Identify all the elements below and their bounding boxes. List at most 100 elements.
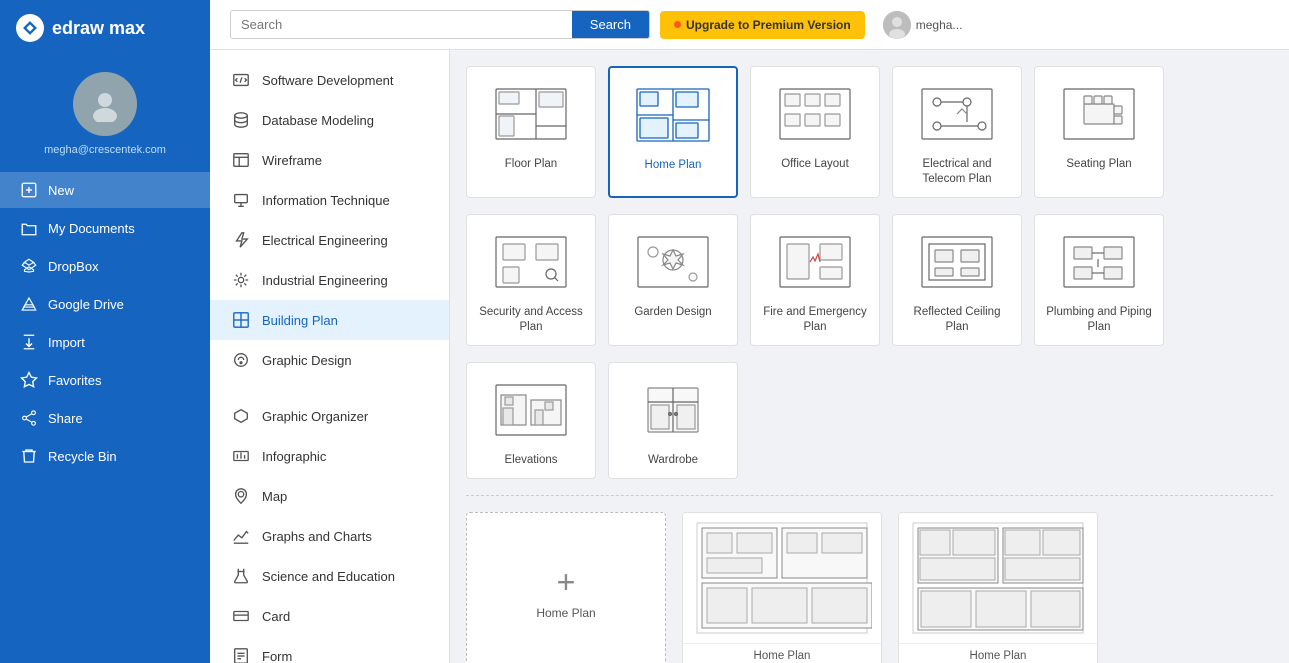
template-card-office-layout[interactable]: Office Layout <box>750 66 880 198</box>
content: Software Development Database Modeling W… <box>210 50 1289 663</box>
software-dev-icon <box>230 69 252 91</box>
fire-emergency-label: Fire and Emergency Plan <box>759 305 871 335</box>
seating-plan-label: Seating Plan <box>1066 157 1131 172</box>
reflected-ceiling-icon <box>912 227 1002 297</box>
card-icon <box>230 605 252 627</box>
cat-label-building-plan: Building Plan <box>262 313 338 328</box>
search-wrapper: Search <box>230 10 650 39</box>
search-input[interactable] <box>231 11 572 38</box>
wireframe-icon <box>230 149 252 171</box>
thumbnail-card-1[interactable]: Home Plan <box>682 512 882 663</box>
search-button[interactable]: Search <box>572 11 649 38</box>
infographic-icon <box>230 445 252 467</box>
thumbnail-label-2: Home Plan <box>899 643 1097 663</box>
cat-item-card[interactable]: Card <box>210 596 449 636</box>
template-card-fire-emergency[interactable]: Fire and Emergency Plan <box>750 214 880 346</box>
cat-item-building-plan[interactable]: Building Plan <box>210 300 449 340</box>
cat-item-info-tech[interactable]: Information Technique <box>210 180 449 220</box>
template-card-floor-plan[interactable]: Floor Plan <box>466 66 596 198</box>
section-divider <box>466 495 1273 496</box>
home-plan-label: Home Plan <box>645 158 702 173</box>
map-icon <box>230 485 252 507</box>
cat-item-wireframe[interactable]: Wireframe <box>210 140 449 180</box>
security-access-icon <box>486 227 576 297</box>
template-card-reflected-ceiling[interactable]: Reflected Ceiling Plan <box>892 214 1022 346</box>
template-card-seating-plan[interactable]: Seating Plan <box>1034 66 1164 198</box>
security-access-label: Security and Access Plan <box>475 305 587 335</box>
cat-label-graphs-charts: Graphs and Charts <box>262 529 372 544</box>
sidebar-item-new[interactable]: New <box>0 172 210 208</box>
logo: edraw max <box>0 0 210 56</box>
upgrade-dot <box>674 21 681 28</box>
template-card-security-access[interactable]: Security and Access Plan <box>466 214 596 346</box>
cat-label-graphic-design: Graphic Design <box>262 353 352 368</box>
cat-item-infographic[interactable]: Infographic <box>210 436 449 476</box>
sidebar-item-import[interactable]: Import <box>0 324 210 360</box>
template-card-home-plan[interactable]: Home Plan <box>608 66 738 198</box>
sidebar-item-favorites-label: Favorites <box>48 373 101 388</box>
new-card-label: Home Plan <box>536 606 595 620</box>
sidebar-item-recycle[interactable]: Recycle Bin <box>0 438 210 474</box>
fire-emergency-icon <box>770 227 860 297</box>
template-card-wardrobe[interactable]: Wardrobe <box>608 362 738 479</box>
office-layout-label: Office Layout <box>781 157 849 172</box>
topbar: Search Upgrade to Premium Version megha.… <box>210 0 1289 50</box>
sidebar: edraw max megha@crescentek.com New My Do… <box>0 0 210 663</box>
cat-item-electrical-eng[interactable]: Electrical Engineering <box>210 220 449 260</box>
sidebar-item-google-drive[interactable]: Google Drive <box>0 286 210 322</box>
database-icon <box>230 109 252 131</box>
cat-item-science[interactable]: Science and Education <box>210 556 449 596</box>
cat-item-graphic-organizer[interactable]: Graphic Organizer <box>210 396 449 436</box>
sidebar-item-favorites[interactable]: Favorites <box>0 362 210 398</box>
logo-icon <box>16 14 44 42</box>
home-plan-icon <box>628 80 718 150</box>
seating-plan-icon <box>1054 79 1144 149</box>
elevations-icon <box>486 375 576 445</box>
cat-item-graphic-design[interactable]: Graphic Design <box>210 340 449 380</box>
cat-item-software-dev[interactable]: Software Development <box>210 60 449 100</box>
cat-label-industrial: Industrial Engineering <box>262 273 388 288</box>
avatar <box>73 72 137 136</box>
sidebar-item-google-drive-label: Google Drive <box>48 297 124 312</box>
cat-label-electrical-eng: Electrical Engineering <box>262 233 388 248</box>
logo-text: edraw max <box>52 18 145 39</box>
thumbnail-image-1 <box>683 513 881 643</box>
garden-design-icon <box>628 227 718 297</box>
new-plus-icon: + <box>557 566 576 598</box>
science-icon <box>230 565 252 587</box>
sidebar-navigation: New My Documents DropBox Google Drive Im… <box>0 168 210 478</box>
elevations-label: Elevations <box>504 453 557 468</box>
upgrade-button[interactable]: Upgrade to Premium Version <box>660 11 865 39</box>
plumbing-piping-icon <box>1054 227 1144 297</box>
sidebar-item-recycle-label: Recycle Bin <box>48 449 117 464</box>
sidebar-item-dropbox-label: DropBox <box>48 259 99 274</box>
electrical-telecom-label: Electrical and Telecom Plan <box>901 157 1013 187</box>
cat-item-map[interactable]: Map <box>210 476 449 516</box>
cat-item-graphs-charts[interactable]: Graphs and Charts <box>210 516 449 556</box>
sidebar-item-share[interactable]: Share <box>0 400 210 436</box>
cat-item-industrial[interactable]: Industrial Engineering <box>210 260 449 300</box>
user-profile[interactable]: megha... <box>883 11 963 39</box>
thumbnail-card-2[interactable]: Home Plan <box>898 512 1098 663</box>
cat-item-database[interactable]: Database Modeling <box>210 100 449 140</box>
template-card-electrical-telecom[interactable]: Electrical and Telecom Plan <box>892 66 1022 198</box>
sidebar-item-my-documents[interactable]: My Documents <box>0 210 210 246</box>
wardrobe-icon <box>628 375 718 445</box>
new-blank-card[interactable]: + Home Plan <box>466 512 666 663</box>
template-card-garden-design[interactable]: Garden Design <box>608 214 738 346</box>
category-sidebar: Software Development Database Modeling W… <box>210 50 450 663</box>
graphic-design-icon <box>230 349 252 371</box>
template-card-plumbing-piping[interactable]: Plumbing and Piping Plan <box>1034 214 1164 346</box>
cat-item-form[interactable]: Form <box>210 636 449 663</box>
cat-label-wireframe: Wireframe <box>262 153 322 168</box>
cat-label-software-dev: Software Development <box>262 73 394 88</box>
template-grid-row2: Security and Access Plan Garden Design <box>466 214 1273 346</box>
cat-label-infographic: Infographic <box>262 449 326 464</box>
sidebar-item-dropbox[interactable]: DropBox <box>0 248 210 284</box>
sidebar-item-share-label: Share <box>48 411 83 426</box>
info-tech-icon <box>230 189 252 211</box>
thumbnail-label-1: Home Plan <box>683 643 881 663</box>
electrical-telecom-icon <box>912 79 1002 149</box>
template-grid-row1: Floor Plan <box>466 66 1273 198</box>
template-card-elevations[interactable]: Elevations <box>466 362 596 479</box>
